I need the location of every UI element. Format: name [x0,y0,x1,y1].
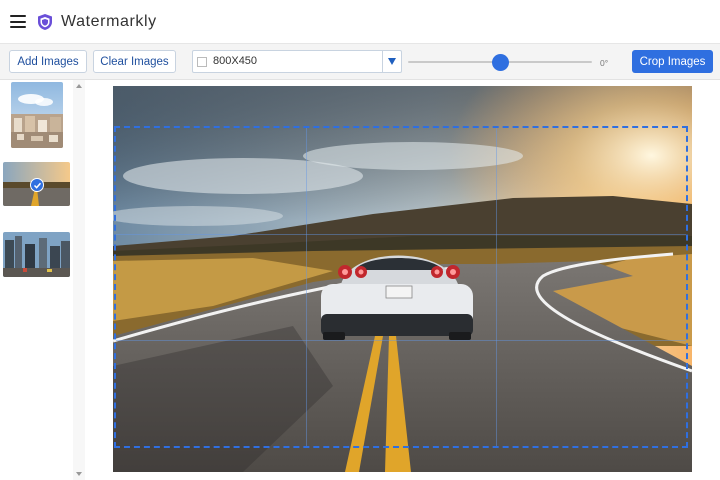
slider-thumb[interactable] [491,54,509,71]
clear-images-button[interactable]: Clear Images [93,50,176,73]
scroll-down-arrow-icon[interactable] [76,472,82,476]
toolbar: Add Images Clear Images 800X450 0° Crop … [0,44,720,80]
crop-size-value: 800X450 [213,55,258,67]
crop-canvas [86,80,720,480]
crop-grid-line [116,339,686,341]
title-bar: Watermarkly [0,0,720,44]
crop-selection-box[interactable] [114,126,688,448]
crop-size-select[interactable]: 800X450 [192,50,402,73]
sidebar-scrollbar[interactable] [73,80,85,480]
rotation-slider[interactable] [408,54,592,71]
crop-grid-line [305,128,307,446]
rotation-angle-label: 0° [600,58,609,68]
add-images-button[interactable]: Add Images [9,50,87,73]
dropdown-arrow-icon[interactable] [382,51,401,72]
shield-logo-icon [38,14,52,30]
app-title: Watermarkly [61,13,157,30]
crop-grid-line [495,128,497,446]
street-thumbnail[interactable] [3,232,70,277]
scroll-up-arrow-icon[interactable] [76,84,82,88]
city-thumbnail[interactable] [11,82,63,148]
thumbnail-sidebar [0,80,85,480]
crop-images-button[interactable]: Crop Images [632,50,713,73]
crop-grid-line [116,233,686,235]
size-checkbox[interactable] [197,57,207,67]
selected-check-icon [30,178,44,192]
hamburger-menu-icon[interactable] [10,15,26,28]
